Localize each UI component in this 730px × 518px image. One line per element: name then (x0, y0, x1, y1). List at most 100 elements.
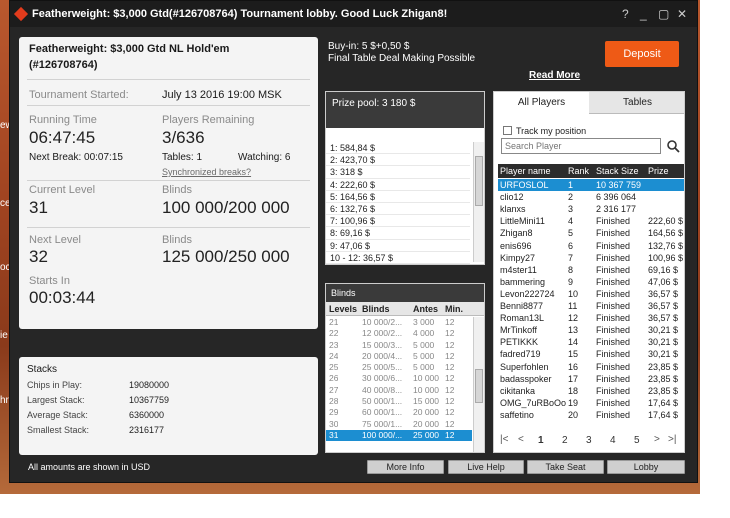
scrollbar-thumb[interactable] (475, 156, 483, 206)
take-seat-button[interactable]: Take Seat (527, 460, 604, 474)
player-row[interactable]: Zhigan8 5 Finished 164,56 $ (498, 227, 684, 239)
col-stack-size[interactable]: Stack Size (596, 166, 639, 176)
player-cell: 4 (568, 216, 574, 227)
col-rank[interactable]: Rank (568, 166, 589, 176)
prize-pool-title: Prize pool: 3 180 $ (326, 92, 484, 128)
live-help-button[interactable]: Live Help (448, 460, 524, 474)
player-row[interactable]: bammering 9 Finished 47,06 $ (498, 276, 684, 288)
deposit-button[interactable]: Deposit (605, 41, 679, 67)
scrollbar-thumb[interactable] (475, 369, 483, 403)
player-cell: 7 (568, 252, 574, 263)
player-cell: 6 396 064 (596, 192, 637, 203)
player-cell: 222,60 $ (648, 216, 684, 227)
page-link[interactable]: 3 (586, 435, 592, 446)
player-row[interactable]: Superfohlen 16 Finished 23,85 $ (498, 361, 684, 373)
player-row[interactable]: LittleMini11 4 Finished 222,60 $ (498, 215, 684, 227)
player-cell: 69,16 $ (648, 264, 679, 275)
desktop-label: hr (0, 395, 9, 406)
prev-page-icon[interactable]: < (518, 434, 524, 445)
page-link[interactable]: 4 (610, 435, 616, 446)
tab-all-players[interactable]: All Players (494, 92, 589, 114)
blinds-col-min[interactable]: Min. (445, 304, 463, 314)
blinds-row[interactable]: 26 30 000/6... 10 000 12 (326, 373, 472, 384)
next-level-value: 32 (29, 247, 48, 266)
prize-row: 5: 164,56 $ (326, 191, 470, 203)
blinds-row[interactable]: 28 50 000/1... 15 000 12 (326, 396, 472, 407)
close-icon[interactable]: ✕ (677, 7, 687, 21)
blinds-cell: 20 000 (413, 407, 439, 418)
blinds-cell: 26 (329, 373, 339, 384)
player-row[interactable]: m4ster11 8 Finished 69,16 $ (498, 264, 684, 276)
blinds-row[interactable]: 29 60 000/1... 20 000 12 (326, 407, 472, 418)
lobby-button[interactable]: Lobby (607, 460, 685, 474)
blinds-scrollbar[interactable] (473, 317, 484, 452)
player-cell: 36,57 $ (648, 313, 679, 324)
blinds-col-levels[interactable]: Levels (329, 304, 357, 314)
blinds-row[interactable]: 22 12 000/2... 4 000 12 (326, 328, 472, 339)
player-cell: 164,56 $ (648, 228, 684, 239)
player-cell: 6 (568, 240, 574, 251)
more-info-button[interactable]: More Info (367, 460, 444, 474)
player-row[interactable]: fadred719 15 Finished 30,21 $ (498, 348, 684, 360)
player-row[interactable]: cikitanka 18 Finished 23,85 $ (498, 385, 684, 397)
page-link[interactable]: 1 (538, 435, 544, 446)
synchronized-breaks-link[interactable]: Synchronized breaks? (162, 167, 251, 177)
player-cell: enis696 (500, 240, 532, 251)
last-page-icon[interactable]: >| (668, 434, 676, 445)
maximize-icon[interactable]: ▢ (658, 7, 669, 21)
blinds-row[interactable]: 30 75 000/1... 20 000 12 (326, 419, 472, 430)
running-time-label: Running Time (29, 114, 97, 126)
player-row[interactable]: Kimpy27 7 Finished 100,96 $ (498, 252, 684, 264)
player-row[interactable]: badasspoker 17 Finished 23,85 $ (498, 373, 684, 385)
search-icon[interactable] (666, 139, 680, 153)
player-row[interactable]: clio12 2 6 396 064 (498, 191, 684, 203)
blinds-row[interactable]: 23 15 000/3... 5 000 12 (326, 340, 472, 351)
page-link[interactable]: 5 (634, 435, 640, 446)
read-more-link[interactable]: Read More (529, 70, 580, 81)
blinds-cell: 5 000 (413, 339, 435, 350)
player-cell: Finished (596, 276, 631, 287)
page-link[interactable]: 2 (562, 435, 568, 446)
tab-tables[interactable]: Tables (590, 92, 685, 114)
track-position-checkbox[interactable] (503, 126, 512, 135)
minimize-icon[interactable]: _ (640, 7, 647, 21)
player-row[interactable]: URFOSLOL 1 10 367 759 (498, 179, 684, 192)
prize-scrollbar[interactable] (473, 142, 484, 262)
player-cell: 36,57 $ (648, 301, 679, 311)
help-icon[interactable]: ? (622, 7, 629, 21)
blinds-row[interactable]: 24 20 000/4... 5 000 12 (326, 351, 472, 362)
player-row[interactable]: PETIKKK 14 Finished 30,21 $ (498, 336, 684, 348)
first-page-icon[interactable]: |< (500, 434, 508, 445)
player-row[interactable]: MrTinkoff 13 Finished 30,21 $ (498, 324, 684, 336)
player-row[interactable]: saffetino 20 Finished 17,64 $ (498, 409, 684, 421)
player-row[interactable]: klanxs 3 2 316 177 (498, 203, 684, 215)
player-row[interactable]: Roman13L 12 Finished 36,57 $ (498, 312, 684, 324)
blinds-cell: 12 (445, 429, 455, 440)
next-page-icon[interactable]: > (654, 434, 660, 445)
blinds-row[interactable]: 25 25 000/5... 5 000 12 (326, 362, 472, 373)
blinds-cell: 27 (329, 384, 339, 395)
player-cell: Finished (596, 373, 631, 384)
stacks-title: Stacks (27, 364, 58, 375)
players-tabs: All Players Tables (494, 92, 684, 114)
col-prize[interactable]: Prize (648, 166, 669, 176)
blinds-col-antes[interactable]: Antes (413, 304, 438, 314)
blinds-row[interactable]: 21 10 000/2... 3 000 12 (326, 317, 472, 328)
blinds-cell: 12 (445, 396, 455, 407)
blinds-row[interactable]: 27 40 000/8... 10 000 12 (326, 385, 472, 396)
search-player-input[interactable] (501, 138, 661, 154)
player-cell: 30,21 $ (648, 325, 679, 336)
player-row[interactable]: OMG_7uRBoOo 19 Finished 17,64 $ (498, 397, 684, 409)
player-row[interactable]: Levon222724 10 Finished 36,57 $ (498, 288, 684, 300)
player-cell: Finished (596, 397, 631, 408)
player-cell: Benni8877 (500, 301, 544, 311)
player-cell: 30,21 $ (648, 337, 679, 348)
col-player-name[interactable]: Player name (500, 166, 551, 176)
player-cell: 132,76 $ (648, 240, 684, 251)
current-level-value: 31 (29, 198, 48, 217)
next-break: Next Break: 00:07:15 (29, 152, 123, 163)
player-row[interactable]: enis696 6 Finished 132,76 $ (498, 240, 684, 252)
blinds-col-blinds[interactable]: Blinds (362, 304, 390, 314)
player-row[interactable]: Benni8877 11 Finished 36,57 $ (498, 300, 684, 312)
blinds-row[interactable]: 31 100 000/... 25 000 12 (326, 429, 472, 442)
